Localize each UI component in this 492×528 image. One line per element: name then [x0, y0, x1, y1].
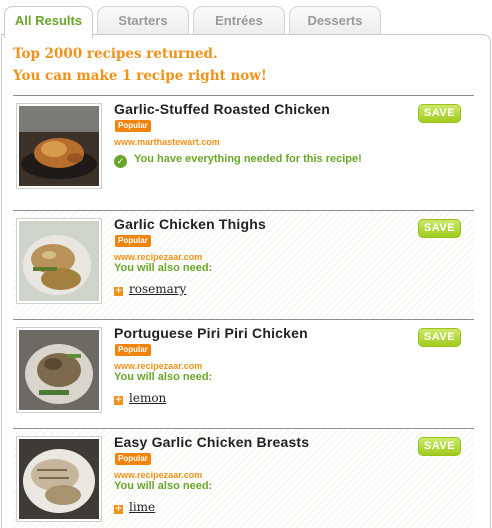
- tab-entrees[interactable]: Entrées: [193, 6, 285, 36]
- results-summary: Top 2000 recipes returned. You can make …: [13, 43, 267, 87]
- recipe-source-link[interactable]: www.recipezaar.com: [114, 252, 202, 262]
- popular-badge: Popular: [115, 235, 151, 247]
- also-need-label: You will also need:: [114, 480, 213, 492]
- ingredient-link[interactable]: rosemary: [129, 282, 186, 296]
- ingredient-link[interactable]: lime: [129, 500, 155, 514]
- popular-badge: Popular: [115, 453, 151, 465]
- popular-badge: Popular: [115, 344, 151, 356]
- recipe-title[interactable]: Portuguese Piri Piri Chicken: [114, 325, 308, 341]
- plus-icon[interactable]: +: [114, 287, 123, 296]
- recipe-title[interactable]: Garlic Chicken Thighs: [114, 216, 266, 232]
- also-need-label: You will also need:: [114, 371, 213, 383]
- check-icon: ✓: [114, 155, 127, 168]
- tab-desserts[interactable]: Desserts: [289, 6, 381, 36]
- save-button[interactable]: SAVE: [418, 104, 461, 123]
- plus-icon[interactable]: +: [114, 396, 123, 405]
- piri-piri-chicken-photo: [19, 330, 99, 410]
- recipe-image[interactable]: [16, 436, 102, 522]
- recipe-title[interactable]: Garlic-Stuffed Roasted Chicken: [114, 101, 330, 117]
- recipe-source-link[interactable]: www.recipezaar.com: [114, 361, 202, 371]
- recipe-card: Garlic Chicken Thighs Popular www.recipe…: [13, 210, 474, 319]
- also-need-label: You will also need:: [114, 262, 213, 274]
- ingredients-status: ✓ You have everything needed for this rec…: [114, 151, 362, 168]
- recipe-image[interactable]: [16, 327, 102, 413]
- tab-starters[interactable]: Starters: [97, 6, 189, 36]
- plus-icon[interactable]: +: [114, 505, 123, 514]
- missing-ingredient: + lemon: [114, 390, 166, 406]
- recipe-source-link[interactable]: www.recipezaar.com: [114, 470, 202, 480]
- recipe-image[interactable]: [16, 218, 102, 304]
- tab-all-results[interactable]: All Results: [4, 6, 93, 38]
- save-button[interactable]: SAVE: [418, 437, 461, 456]
- recipe-card: Easy Garlic Chicken Breasts Popular www.…: [13, 428, 474, 528]
- missing-ingredient: + lime: [114, 499, 155, 515]
- popular-badge: Popular: [115, 120, 151, 132]
- save-button[interactable]: SAVE: [418, 219, 461, 238]
- results-count: Top 2000 recipes returned.: [13, 46, 218, 62]
- makeable-count: You can make 1 recipe right now!: [13, 68, 267, 84]
- recipe-card: Portuguese Piri Piri Chicken Popular www…: [13, 319, 474, 428]
- recipe-title[interactable]: Easy Garlic Chicken Breasts: [114, 434, 309, 450]
- save-button[interactable]: SAVE: [418, 328, 461, 347]
- recipe-card: Garlic-Stuffed Roasted Chicken Popular w…: [13, 95, 474, 210]
- chicken-thighs-photo: [19, 221, 99, 301]
- recipe-source-link[interactable]: www.marthastewart.com: [114, 137, 220, 147]
- recipe-tabs: All Results Starters Entrées Desserts: [0, 0, 492, 38]
- garlic-chicken-breasts-photo: [19, 439, 99, 519]
- missing-ingredient: + rosemary: [114, 281, 186, 297]
- ingredient-link[interactable]: lemon: [129, 391, 166, 405]
- status-text: You have everything needed for this reci…: [134, 153, 362, 165]
- recipe-image[interactable]: [16, 103, 102, 189]
- roasted-chicken-photo: [19, 106, 99, 186]
